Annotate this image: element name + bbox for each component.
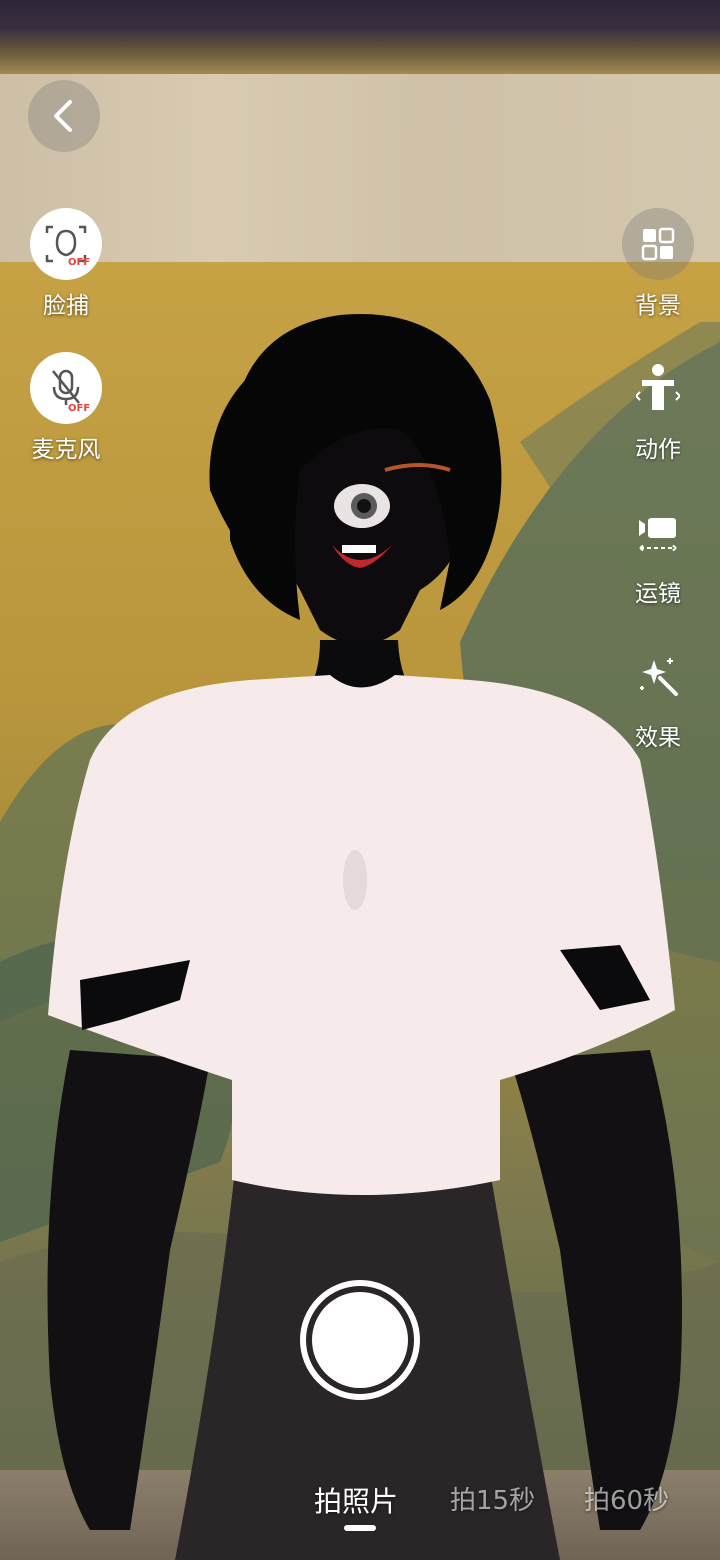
effects-control[interactable]: 效果	[616, 640, 700, 752]
mode-15s-video[interactable]: 拍15秒	[450, 1480, 535, 1517]
back-button[interactable]	[28, 80, 100, 152]
mode-photo[interactable]: 拍照片	[314, 1480, 398, 1520]
camera-movement-control[interactable]: 运镜	[616, 496, 700, 608]
mode-60s-video[interactable]: 拍60秒	[584, 1480, 669, 1517]
background-control[interactable]: 背景	[616, 208, 700, 320]
face-capture-toggle[interactable]: OFF 脸捕	[26, 208, 106, 320]
microphone-button[interactable]: OFF	[30, 352, 102, 424]
shutter-button-inner	[312, 1292, 408, 1388]
face-capture-off-icon: OFF	[45, 225, 90, 268]
background-button[interactable]	[622, 208, 694, 280]
microphone-label: 麦克风	[31, 437, 101, 463]
camera-movement-label: 运镜	[635, 581, 681, 607]
shutter-button[interactable]	[300, 1280, 420, 1400]
action-control[interactable]: 动作	[616, 352, 700, 464]
action-icon	[636, 364, 680, 410]
microphone-off-icon: OFF	[52, 369, 90, 413]
off-badge: OFF	[68, 403, 90, 413]
action-label: 动作	[635, 437, 681, 463]
background-label: 背景	[635, 293, 681, 319]
background-icon	[641, 227, 675, 261]
active-mode-indicator	[344, 1525, 376, 1531]
chevron-left-icon	[54, 100, 72, 132]
camera-movement-button[interactable]	[622, 496, 694, 568]
action-button[interactable]	[622, 352, 694, 424]
effects-button[interactable]	[622, 640, 694, 712]
off-badge: OFF	[68, 257, 90, 268]
effects-icon	[640, 658, 678, 696]
effects-label: 效果	[635, 725, 681, 751]
microphone-toggle[interactable]: OFF 麦克风	[26, 352, 106, 464]
camera-movement-icon	[639, 518, 677, 553]
face-capture-label: 脸捕	[43, 293, 89, 319]
face-capture-button[interactable]: OFF	[30, 208, 102, 280]
